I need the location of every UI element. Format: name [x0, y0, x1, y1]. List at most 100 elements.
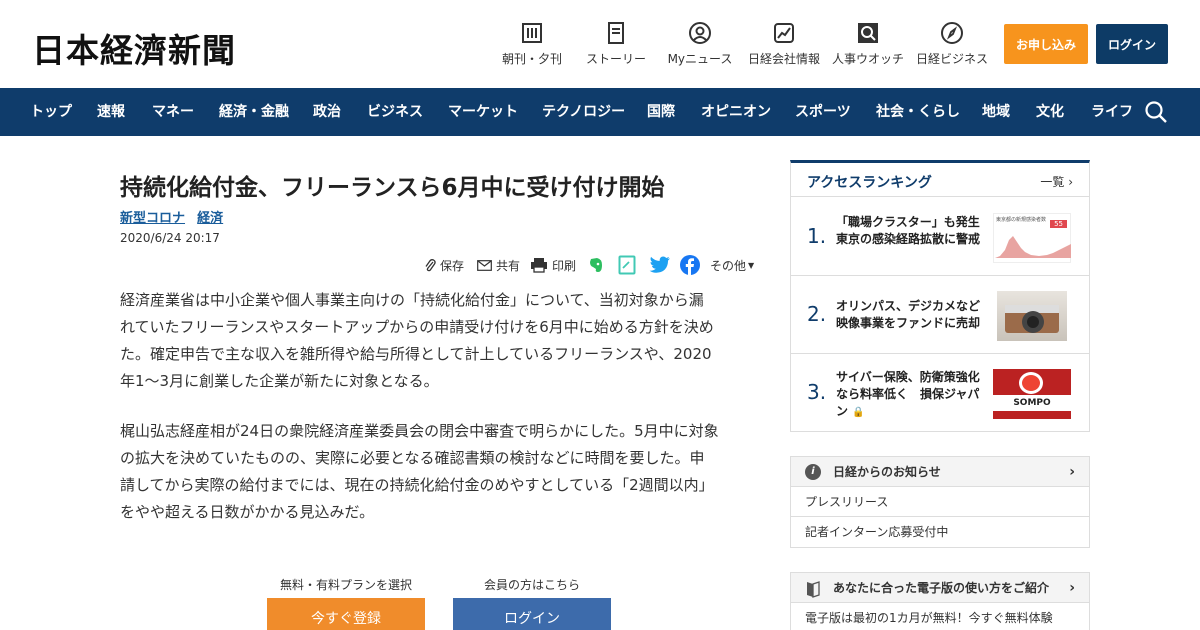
- header-nav-label: 日経ビジネス: [915, 52, 988, 66]
- plan-label: 無料・有料プランを選択: [280, 578, 413, 592]
- article-paragraph: 経済産業省は中小企業や個人事業主向けの「持続化給付金」について、当初対象から漏 …: [120, 287, 760, 395]
- camera-icon: [1005, 305, 1059, 333]
- compass-icon: [910, 20, 994, 46]
- paragraph-line: をやや超える日数がかかる見込みだ。: [120, 503, 375, 521]
- nav-item-society[interactable]: 社会・くらし: [876, 88, 960, 136]
- nav-item-technology[interactable]: テクノロジー: [542, 88, 625, 136]
- header-nav-personnel[interactable]: 人事ウオッチ: [826, 20, 910, 67]
- lock-icon: 🔒: [852, 407, 865, 418]
- twitter-icon: [649, 256, 670, 273]
- chevron-right-icon: ›: [1069, 580, 1075, 596]
- paragraph-line: た。確定申告で主な収入を雑所得や給与所得として計上しているフリーランスや、202…: [120, 345, 712, 363]
- mail-icon: [477, 259, 492, 271]
- print-label: 印刷: [552, 258, 577, 273]
- tag-link[interactable]: 新型コロナ: [120, 211, 185, 226]
- ranking-more-link[interactable]: 一覧 ›: [1040, 173, 1073, 190]
- notice-title: 日経からのお知らせ: [833, 465, 941, 479]
- nav-item-opinion[interactable]: オピニオン: [701, 88, 771, 136]
- guide-title: あなたに合った電子版の使い方をご紹介: [833, 581, 1050, 595]
- chevron-right-icon: ›: [1064, 175, 1073, 189]
- info-icon: i: [805, 464, 821, 480]
- header-nav-mynews[interactable]: Myニュース: [658, 20, 742, 67]
- article-date: 2020/6/24 20:17: [120, 231, 220, 245]
- nav-item-culture[interactable]: 文化: [1036, 88, 1064, 136]
- story-icon: [574, 20, 658, 46]
- member-login-button[interactable]: ログイン: [453, 598, 611, 630]
- header-nav-label: 日経会社情報: [747, 52, 820, 66]
- share-button[interactable]: 共有: [477, 254, 520, 276]
- ranking-number: 3.: [807, 380, 827, 404]
- magnifier-icon: [826, 20, 910, 46]
- header-nav-business[interactable]: 日経ビジネス: [910, 20, 994, 67]
- chevron-right-icon: ›: [1069, 464, 1075, 480]
- tag-link[interactable]: 経済: [197, 211, 223, 226]
- paragraph-line: 梶山弘志経産相が24日の衆院経済産業委員会の閉会中審査で明らかにした。5月中に対…: [120, 422, 719, 440]
- header-login-button[interactable]: ログイン: [1096, 24, 1168, 64]
- notice-header[interactable]: i 日経からのお知らせ ›: [791, 457, 1089, 487]
- header-nav-label: 人事ウオッチ: [831, 52, 904, 66]
- nav-item-life[interactable]: ライフ: [1091, 88, 1133, 136]
- print-button[interactable]: 印刷: [530, 254, 576, 276]
- site-header: 日本経濟新聞 朝刊・夕刊 ストーリー Myニュース 日経会社情報 人事ウオッチ …: [0, 0, 1200, 88]
- header-nav-label: ストーリー: [585, 52, 646, 66]
- paragraph-line: の拡大を決めていたものの、実際に必要となる確認書類の検討などに時間を要した。申: [120, 449, 705, 467]
- guide-item[interactable]: 電子版は最初の1カ月が無料！今すぐ無料体験: [791, 603, 1089, 630]
- ranking-thumbnail-chart: 東京都の新規感染者数 55: [993, 213, 1071, 263]
- sompo-logo-icon: [1019, 372, 1043, 394]
- nav-item-economy[interactable]: 経済・金融: [219, 88, 289, 136]
- caret-down-icon: ▼: [748, 260, 755, 270]
- member-label: 会員の方はこちら: [484, 578, 581, 592]
- nav-item-breaking[interactable]: 速報: [97, 88, 125, 136]
- facebook-button[interactable]: [680, 254, 700, 276]
- notice-item[interactable]: 記者インターン応募受付中: [791, 517, 1089, 547]
- nav-item-region[interactable]: 地域: [982, 88, 1010, 136]
- save-button[interactable]: 保存: [424, 254, 464, 276]
- newspaper-icon: [490, 20, 574, 46]
- nav-item-business[interactable]: ビジネス: [367, 88, 423, 136]
- more-share-button[interactable]: その他 ▼: [710, 254, 754, 276]
- nav-item-international[interactable]: 国際: [647, 88, 675, 136]
- user-icon: [658, 20, 742, 46]
- ranking-item[interactable]: 1. 「職場クラスター」も発生 東京の感染経路拡散に警戒 東京都の新規感染者数 …: [791, 198, 1089, 276]
- paragraph-line: 年1～3月に創業した企業が新たに対象となる。: [120, 372, 439, 390]
- site-logo[interactable]: 日本経濟新聞: [32, 24, 236, 72]
- ranking-number: 2.: [807, 302, 827, 326]
- ranking-item[interactable]: 2. オリンパス、デジカメなど映像事業をファンドに売却: [791, 276, 1089, 354]
- header-nav: 朝刊・夕刊 ストーリー Myニュース 日経会社情報 人事ウオッチ 日経ビジネス: [490, 20, 994, 67]
- share-label: 共有: [496, 258, 521, 273]
- article-paragraph: 梶山弘志経産相が24日の衆院経済産業委員会の閉会中審査で明らかにした。5月中に対…: [120, 418, 760, 526]
- article-title: 持続化給付金、フリーランスら6月中に受け付け開始: [120, 175, 665, 201]
- access-ranking: アクセスランキング 一覧 › 1. 「職場クラスター」も発生 東京の感染経路拡散…: [790, 160, 1090, 432]
- ranking-thumbnail-camera: [997, 291, 1067, 341]
- ranking-item[interactable]: 3. サイバー保険、防衛策強化なら料率低く 損保ジャパン 🔒 SOMPO: [791, 354, 1089, 432]
- ranking-headline: オリンパス、デジカメなど映像事業をファンドに売却: [836, 299, 981, 330]
- note-icon: [618, 255, 636, 275]
- nav-item-sports[interactable]: スポーツ: [795, 88, 851, 136]
- thumb-value: 55: [1050, 220, 1067, 228]
- header-nav-morning-evening[interactable]: 朝刊・夕刊: [490, 20, 574, 67]
- clip-icon: [424, 258, 436, 272]
- paragraph-line: れていたフリーランスやスタートアップからの申請受け付けを6月中に始める方針を決め: [120, 318, 714, 336]
- notice-item[interactable]: プレスリリース: [791, 487, 1089, 517]
- ranking-headline: 「職場クラスター」も発生 東京の感染経路拡散に警戒: [836, 215, 992, 246]
- note-button[interactable]: [618, 254, 636, 276]
- facebook-icon: [680, 255, 700, 275]
- evernote-button[interactable]: [587, 254, 605, 276]
- header-nav-story[interactable]: ストーリー: [574, 20, 658, 67]
- nav-item-politics[interactable]: 政治: [313, 88, 341, 136]
- paragraph-line: 請してから実際の給付までには、現在の持続化給付金のめやすとしている「2週間以内」: [120, 476, 714, 494]
- ranking-number: 1.: [807, 224, 827, 248]
- guide-header[interactable]: あなたに合った電子版の使い方をご紹介 ›: [791, 573, 1089, 603]
- more-share-label: その他: [710, 258, 747, 273]
- header-nav-company-info[interactable]: 日経会社情報: [742, 20, 826, 67]
- register-button[interactable]: 今すぐ登録: [267, 598, 425, 630]
- save-label: 保存: [440, 258, 465, 273]
- nav-item-market[interactable]: マーケット: [448, 88, 518, 136]
- article-tags: 新型コロナ 経済: [120, 207, 231, 226]
- nav-item-top[interactable]: トップ: [30, 88, 72, 136]
- nav-item-money[interactable]: マネー: [152, 88, 194, 136]
- ranking-more-label: 一覧: [1040, 175, 1065, 189]
- subscribe-button[interactable]: お申し込み: [1004, 24, 1088, 64]
- twitter-button[interactable]: [649, 254, 671, 276]
- search-icon[interactable]: [1144, 100, 1168, 128]
